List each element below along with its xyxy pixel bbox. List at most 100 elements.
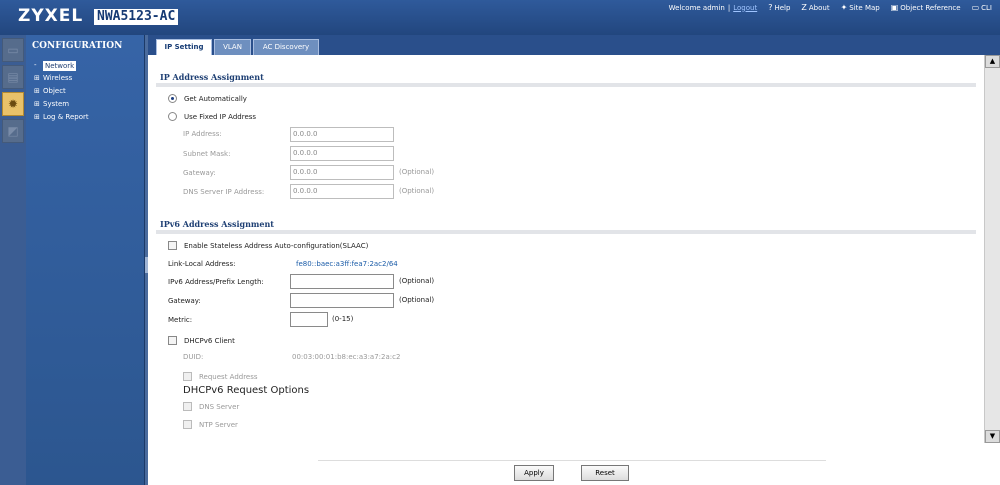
about-icon: Z bbox=[801, 3, 807, 12]
expand-icon: ⊞ bbox=[34, 87, 40, 95]
zyxel-logo: ZYXEL bbox=[18, 6, 84, 26]
ipv6-gateway-optional: (Optional) bbox=[399, 296, 435, 304]
gateway-label: Gateway: bbox=[183, 169, 216, 177]
cli-icon: ▭ bbox=[971, 3, 980, 12]
dashboard-icon[interactable]: ▭ bbox=[2, 38, 24, 62]
dhcpv6-request-options-title: DHCPv6 Request Options bbox=[183, 385, 310, 396]
logout-link[interactable]: Logout bbox=[733, 4, 757, 12]
tab-bar: IP Setting VLAN AC Discovery bbox=[148, 35, 1000, 55]
subnet-mask-label: Subnet Mask: bbox=[183, 150, 231, 158]
monitor-icon[interactable]: ▤ bbox=[2, 65, 24, 89]
tab-ac-discovery[interactable]: AC Discovery bbox=[253, 39, 319, 55]
about-label: About bbox=[808, 3, 830, 12]
dns-server-optional: (Optional) bbox=[399, 187, 435, 195]
nav-item-log-report[interactable]: ⊞ Log & Report bbox=[26, 111, 144, 124]
request-address-label: Request Address bbox=[199, 372, 258, 381]
nav-item-label: Log & Report bbox=[43, 113, 89, 121]
nav-item-network[interactable]: - Network bbox=[26, 59, 144, 72]
ipv6-gateway-label: Gateway: bbox=[168, 297, 201, 305]
get-automatically-option[interactable]: Get Automatically bbox=[168, 94, 247, 103]
nav-item-label: Wireless bbox=[43, 74, 73, 82]
link-local-label: Link-Local Address: bbox=[168, 260, 236, 268]
site-map-label: Site Map bbox=[849, 3, 880, 12]
metric-field[interactable] bbox=[290, 312, 328, 327]
expand-icon: ⊞ bbox=[34, 74, 40, 82]
ip-address-label: IP Address: bbox=[183, 130, 222, 138]
ntp-server-request-option[interactable]: NTP Server bbox=[183, 420, 238, 429]
dns-server-checkbox[interactable] bbox=[183, 402, 192, 411]
section-divider bbox=[156, 230, 976, 234]
slaac-label: Enable Stateless Address Auto-configurat… bbox=[184, 241, 369, 250]
nav-item-label: Network bbox=[43, 60, 77, 71]
separator: | bbox=[727, 3, 731, 12]
main-content: IP Setting VLAN AC Discovery IP Address … bbox=[148, 35, 1000, 485]
subnet-mask-field[interactable]: 0.0.0.0 bbox=[290, 146, 394, 161]
help-icon: ? bbox=[768, 3, 773, 12]
request-address-option[interactable]: Request Address bbox=[183, 372, 258, 381]
cli-link[interactable]: ▭ CLI bbox=[972, 3, 992, 12]
get-automatically-label: Get Automatically bbox=[184, 94, 247, 103]
request-address-checkbox[interactable] bbox=[183, 372, 192, 381]
dhcpv6-client-label: DHCPv6 Client bbox=[184, 336, 235, 345]
ipv6-gateway-field[interactable] bbox=[290, 293, 394, 308]
cli-label: CLI bbox=[981, 3, 992, 12]
top-header: ZYXEL NWA5123-AC Welcome admin | Logout … bbox=[0, 0, 1000, 35]
ipv6-prefix-label: IPv6 Address/Prefix Length: bbox=[168, 278, 264, 286]
nav-item-object[interactable]: ⊞ Object bbox=[26, 85, 144, 98]
slaac-checkbox[interactable] bbox=[168, 241, 177, 250]
ip-assignment-title: IP Address Assignment bbox=[160, 72, 264, 82]
nav-title: CONFIGURATION bbox=[32, 41, 123, 51]
settings-panel: IP Address Assignment Get Automatically … bbox=[148, 55, 984, 485]
ip-address-field[interactable]: 0.0.0.0 bbox=[290, 127, 394, 142]
tab-vlan[interactable]: VLAN bbox=[214, 39, 251, 55]
scroll-up-icon[interactable]: ▲ bbox=[985, 55, 1000, 68]
dhcpv6-client-option[interactable]: DHCPv6 Client bbox=[168, 336, 235, 345]
ipv6-prefix-field[interactable] bbox=[290, 274, 394, 289]
nav-item-label: System bbox=[43, 100, 70, 108]
site-map-icon: ✦ bbox=[840, 3, 848, 12]
welcome-text: Welcome admin bbox=[668, 3, 725, 12]
nav-item-label: Object bbox=[43, 87, 66, 95]
use-fixed-ip-radio[interactable] bbox=[168, 112, 177, 121]
configuration-gear-icon[interactable]: ✹ bbox=[2, 92, 24, 116]
nav-item-wireless[interactable]: ⊞ Wireless bbox=[26, 72, 144, 85]
object-reference-link[interactable]: ▣ Object Reference bbox=[891, 3, 961, 12]
ipv6-assignment-title: IPv6 Address Assignment bbox=[160, 219, 274, 229]
header-links: Welcome admin | Logout ? Help Z About ✦ Sit… bbox=[669, 3, 992, 12]
site-map-link[interactable]: ✦ Site Map bbox=[841, 3, 880, 12]
object-reference-label: Object Reference bbox=[900, 3, 961, 12]
use-fixed-ip-label: Use Fixed IP Address bbox=[184, 112, 257, 121]
reset-button[interactable]: Reset bbox=[581, 465, 629, 481]
tab-ip-setting[interactable]: IP Setting bbox=[156, 39, 212, 55]
model-name: NWA5123-AC bbox=[94, 9, 179, 25]
use-fixed-ip-option[interactable]: Use Fixed IP Address bbox=[168, 112, 256, 121]
slaac-option[interactable]: Enable Stateless Address Auto-configurat… bbox=[168, 241, 368, 250]
apply-button[interactable]: Apply bbox=[514, 465, 554, 481]
gateway-field[interactable]: 0.0.0.0 bbox=[290, 165, 394, 180]
link-local-value: fe80::baec:a3ff:fea7:2ac2/64 bbox=[296, 260, 398, 268]
dhcpv6-client-checkbox[interactable] bbox=[168, 336, 177, 345]
about-link[interactable]: Z About bbox=[801, 3, 829, 12]
collapse-icon: - bbox=[34, 61, 37, 69]
dns-server-field[interactable]: 0.0.0.0 bbox=[290, 184, 394, 199]
gateway-optional: (Optional) bbox=[399, 168, 435, 176]
expand-icon: ⊞ bbox=[34, 100, 40, 108]
metric-label: Metric: bbox=[168, 316, 193, 324]
object-reference-icon: ▣ bbox=[890, 3, 899, 12]
metric-range: (0-15) bbox=[332, 315, 354, 323]
get-automatically-radio[interactable] bbox=[168, 94, 177, 103]
ntp-server-request-label: NTP Server bbox=[199, 420, 238, 429]
maintenance-icon[interactable]: ◩ bbox=[2, 119, 24, 143]
scroll-down-icon[interactable]: ▼ bbox=[985, 430, 1000, 443]
button-divider bbox=[318, 460, 826, 461]
dns-server-request-option[interactable]: DNS Server bbox=[183, 402, 239, 411]
configuration-nav: CONFIGURATION - Network ⊞ Wireless ⊞ Object… bbox=[26, 35, 145, 485]
ipv6-prefix-optional: (Optional) bbox=[399, 277, 435, 285]
section-divider bbox=[156, 83, 976, 87]
duid-value: 00:03:00:01:b8:ec:a3:a7:2a:c2 bbox=[292, 353, 401, 361]
nav-item-system[interactable]: ⊞ System bbox=[26, 98, 144, 111]
expand-icon: ⊞ bbox=[34, 113, 40, 121]
vertical-scrollbar[interactable]: ▲ ▼ bbox=[984, 55, 1000, 443]
help-link[interactable]: ? Help bbox=[768, 3, 790, 12]
ntp-server-checkbox[interactable] bbox=[183, 420, 192, 429]
